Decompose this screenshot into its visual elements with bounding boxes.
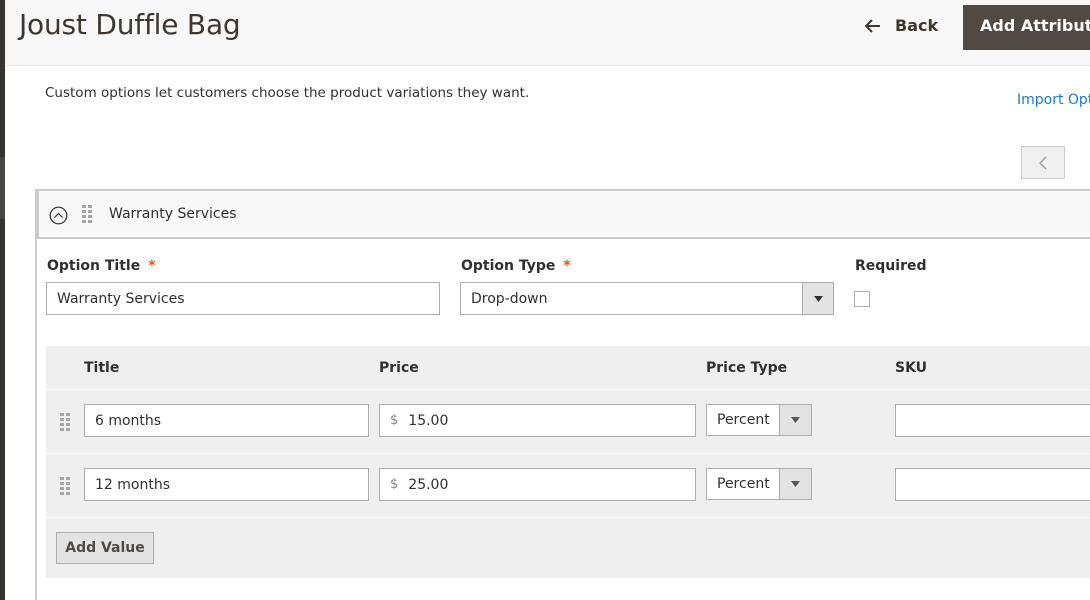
add-value-button[interactable]: Add Value xyxy=(56,532,154,564)
option-type-label-text: Option Type xyxy=(461,258,556,274)
column-header-title: Title xyxy=(84,360,120,376)
value-price-text: 15.00 xyxy=(408,412,449,429)
row-divider xyxy=(46,453,1090,454)
option-values-table: Title Price Price Type SKU 6 months $15.… xyxy=(46,346,1090,578)
add-attribute-button[interactable]: Add Attribute xyxy=(963,5,1090,50)
arrow-left-icon xyxy=(865,18,880,33)
option-type-label: Option Type * xyxy=(461,258,571,274)
price-type-select[interactable]: Percent xyxy=(706,468,812,500)
dropdown-toggle[interactable] xyxy=(779,469,811,499)
value-title-input[interactable]: 12 months xyxy=(84,468,369,501)
column-header-sku: SKU xyxy=(895,360,928,376)
import-options-link[interactable]: Import Options xyxy=(1017,92,1090,108)
option-header-title: Warranty Services xyxy=(109,206,237,222)
value-price-input[interactable]: $25.00 xyxy=(379,468,696,501)
required-star: * xyxy=(563,258,571,274)
price-type-value: Percent xyxy=(717,476,770,492)
back-button[interactable]: Back xyxy=(865,16,938,35)
page-title: Joust Duffle Bag xyxy=(19,8,241,41)
back-label: Back xyxy=(895,16,939,35)
required-label: Required xyxy=(855,258,927,274)
dropdown-toggle[interactable] xyxy=(802,283,833,314)
option-header[interactable]: Warranty Services xyxy=(37,189,1090,239)
option-title-label: Option Title * xyxy=(47,258,156,274)
required-star: * xyxy=(148,258,156,274)
value-sku-input[interactable] xyxy=(895,468,1090,501)
row-divider xyxy=(46,517,1090,518)
column-header-price-type: Price Type xyxy=(706,360,788,376)
value-title-input[interactable]: 6 months xyxy=(84,404,369,437)
option-title-value: Warranty Services xyxy=(57,290,185,307)
value-price-input[interactable]: $15.00 xyxy=(379,404,696,437)
column-header-price: Price xyxy=(379,360,419,376)
sidebar-active-segment xyxy=(0,157,5,219)
value-sku-input[interactable] xyxy=(895,404,1090,437)
option-title-label-text: Option Title xyxy=(47,258,141,274)
price-type-value: Percent xyxy=(717,412,770,428)
value-title-text: 6 months xyxy=(95,412,162,429)
previous-button[interactable] xyxy=(1021,146,1065,179)
page-header: Joust Duffle Bag Back Add Attribute xyxy=(5,0,1090,66)
currency-symbol: $ xyxy=(390,477,399,492)
drag-handle-icon[interactable] xyxy=(60,477,70,495)
caret-down-icon xyxy=(813,295,823,302)
drag-handle-icon[interactable] xyxy=(82,205,92,223)
admin-sidebar-edge xyxy=(0,0,5,600)
dropdown-toggle[interactable] xyxy=(779,405,811,435)
currency-symbol: $ xyxy=(390,413,399,428)
value-price-text: 25.00 xyxy=(408,476,449,493)
option-title-input[interactable]: Warranty Services xyxy=(46,282,440,315)
option-type-select[interactable]: Drop-down xyxy=(460,282,834,315)
required-checkbox[interactable] xyxy=(854,291,870,307)
value-title-text: 12 months xyxy=(95,476,170,493)
caret-down-icon xyxy=(791,481,800,487)
price-type-select[interactable]: Percent xyxy=(706,404,812,436)
custom-options-intro: Custom options let customers choose the … xyxy=(45,85,530,101)
option-type-value: Drop-down xyxy=(471,290,548,307)
row-divider xyxy=(46,389,1090,390)
chevron-left-icon xyxy=(1039,156,1047,169)
collapse-chevron-up-icon[interactable] xyxy=(49,206,68,225)
drag-handle-icon[interactable] xyxy=(60,413,70,431)
caret-down-icon xyxy=(791,417,800,423)
